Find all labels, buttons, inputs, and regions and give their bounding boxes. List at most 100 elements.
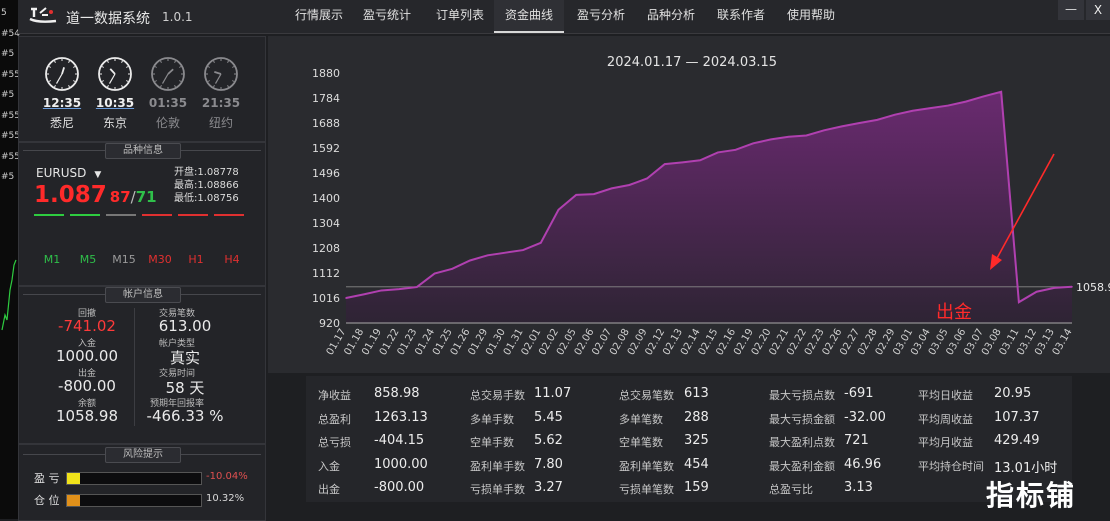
timeframe-h1[interactable]: H1 [182, 253, 210, 266]
equity-area [346, 91, 1072, 323]
low-row: 最低:1.08756 [174, 193, 239, 204]
equity-point [504, 251, 507, 254]
price-display: 1.087 87/71 [34, 182, 157, 208]
clock-icon [45, 57, 79, 91]
tab-pnl-analysis[interactable]: 盈亏分析 [566, 0, 636, 31]
y-tick-label: 920 [319, 317, 340, 330]
risk-label: 盈 亏 [34, 472, 60, 485]
y-tick-label: 1880 [312, 67, 340, 80]
stat-value: 46.96 [844, 456, 882, 472]
clock-time: 12:35 [42, 96, 82, 110]
symbol-name: EURUSD [36, 166, 87, 180]
equity-point [734, 149, 737, 151]
equity-point [416, 286, 418, 288]
equity-point [894, 113, 896, 116]
risk-bar [66, 472, 202, 485]
ohl-block: 开盘:1.08778 最高:1.08866 最低:1.08756 [174, 166, 239, 205]
tab-contact[interactable]: 联系作者 [706, 0, 776, 31]
stat-label: 最大亏损金额 [769, 412, 835, 426]
stat-value: -800.00 [374, 480, 425, 495]
stat-value: -32.00 [844, 409, 886, 425]
timeframe-m1[interactable]: M1 [38, 253, 66, 266]
strip-price-line [1, 259, 17, 331]
equity-point [876, 119, 879, 121]
equity-point [699, 159, 701, 162]
y-tick-label: 1112 [312, 267, 340, 280]
price-ask: 71 [135, 188, 157, 206]
watermark: 指标铺 [986, 479, 1077, 512]
stat-value: 429.49 [994, 433, 1040, 448]
app-logo-icon [29, 7, 57, 23]
equity-point [362, 293, 365, 296]
clock-time: 21:35 [201, 96, 241, 110]
price-main: 1.087 [34, 182, 107, 208]
risk-percent: 10.32% [206, 493, 245, 504]
stat-value: 3.27 [534, 480, 563, 495]
timeframe-m30[interactable]: M30 [146, 253, 174, 266]
equity-point [1071, 286, 1073, 288]
timeframe-h4[interactable]: H4 [218, 253, 246, 266]
timeframe-m5[interactable]: M5 [74, 253, 102, 266]
strip-label: #5 [1, 172, 15, 182]
y-tick-label: 1688 [312, 117, 340, 130]
stat-label: 总交易笔数 [619, 389, 674, 402]
tab-equity-curve[interactable]: 资金曲线 [494, 0, 564, 33]
stat-label: 多单笔数 [619, 412, 663, 426]
stat-label: 平均周收益 [918, 412, 973, 426]
tab-symbol-analysis[interactable]: 品种分析 [636, 0, 706, 31]
app-version: 1.0.1 [162, 10, 193, 24]
stat-label: 盈利单笔数 [619, 459, 674, 473]
risk-bar [66, 494, 202, 507]
stat-label: 最大盈利点数 [769, 436, 835, 449]
timeframe-indicator [142, 214, 172, 216]
timeframe-strength-bars [34, 214, 244, 216]
stat-label: 净收益 [318, 389, 351, 402]
stat-label: 总盈亏比 [769, 483, 813, 496]
equity-point [805, 134, 808, 137]
stat-label: 平均日收益 [918, 389, 973, 402]
risk-header: 风险提示 [19, 447, 265, 463]
equity-point [717, 151, 719, 154]
stat-label: 最大亏损点数 [769, 389, 835, 402]
account-info-header: 帐户信息 [19, 287, 265, 303]
equity-point [1018, 301, 1020, 303]
stat-label: 出金 [318, 483, 340, 496]
stat-value: 454 [684, 456, 709, 472]
last-value-label: 1058.98 [1076, 281, 1110, 294]
tab-help[interactable]: 使用帮助 [776, 0, 846, 31]
timeframe-indicator [178, 214, 208, 216]
minimize-button[interactable]: — [1058, 0, 1084, 20]
equity-point [433, 272, 436, 275]
tab-order-list[interactable]: 订单列表 [422, 0, 498, 31]
account-value: 1000.00 [55, 347, 119, 365]
timeframe-m15[interactable]: M15 [110, 253, 138, 266]
equity-point [770, 138, 772, 141]
clock-city: 东京 [102, 116, 127, 130]
stat-label: 亏损单手数 [470, 483, 525, 496]
high-row: 最高:1.08866 [174, 180, 239, 191]
stat-label: 总盈利 [318, 412, 351, 426]
risk-percent: -10.04% [206, 471, 248, 482]
equity-point [593, 193, 595, 195]
stat-value: 1263.13 [374, 409, 428, 425]
clock-time: 10:35 [95, 96, 135, 110]
stat-label: 最大盈利金额 [769, 459, 835, 473]
stats-table: 净收益 858.98 总盈利 1263.13 总亏损 -404.15 入金 1000.00 出金… [306, 376, 1072, 502]
price-bid: 87 [109, 188, 131, 206]
terminal-side-strip: 5 #54 #5 #55 #5 #55 #55 #55 #5 [0, 0, 20, 519]
equity-point [380, 289, 383, 292]
chart-title: 2024.01.17 — 2024.03.15 [607, 55, 777, 70]
close-button[interactable]: X [1086, 0, 1110, 20]
stat-label: 平均月收益 [918, 436, 973, 449]
account-value: -800.00 [58, 377, 116, 395]
stat-value: -691 [844, 386, 874, 401]
equity-point [610, 187, 613, 190]
equity-point [469, 259, 471, 262]
equity-point [663, 163, 666, 165]
symbol-selector[interactable]: EURUSD ▼ [36, 166, 101, 180]
timeframe-indicator [106, 214, 136, 216]
equity-point [398, 288, 400, 290]
clock-city: 悉尼 [49, 116, 74, 130]
tab-market[interactable]: 行情展示 [280, 0, 358, 31]
tab-pnl-stats[interactable]: 盈亏统计 [350, 0, 424, 31]
